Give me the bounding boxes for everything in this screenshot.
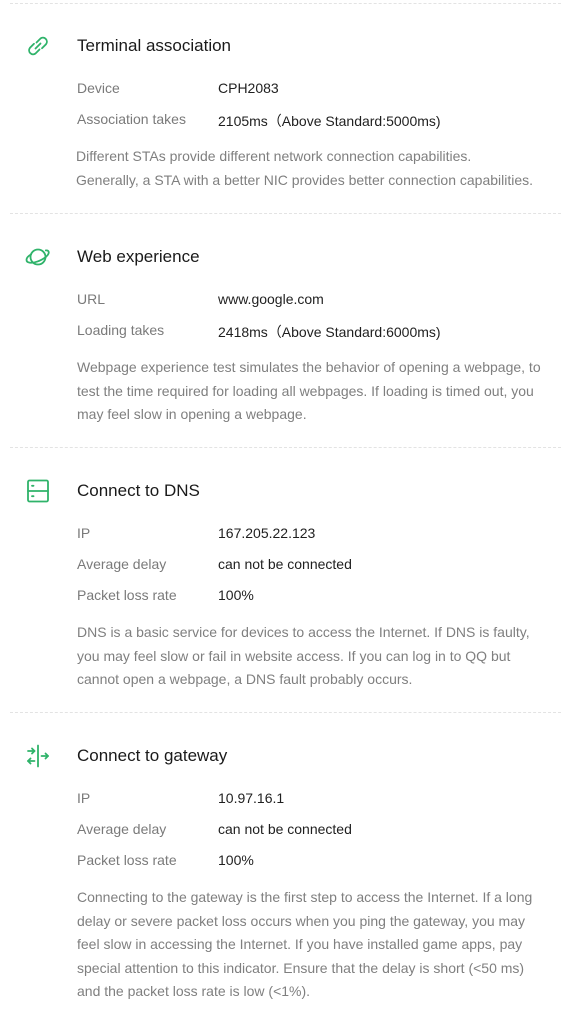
row-value: 10.97.16.1 <box>218 790 285 806</box>
row-label: IP <box>77 790 91 806</box>
row-label: Average delay <box>77 556 167 572</box>
gateway-arrows-icon <box>24 742 52 770</box>
planet-icon <box>24 243 52 271</box>
section-description: Connecting to the gateway is the first s… <box>77 889 533 999</box>
section-description: Different STAs provide different network… <box>76 148 534 188</box>
section-connect-gateway: Connect to gateway IP 10.97.16.1 Average… <box>0 742 571 999</box>
section-connect-dns: Connect to DNS IP 167.205.22.123 Average… <box>0 477 571 687</box>
row-label: Loading takes <box>77 322 165 338</box>
row-value: can not be connected <box>218 821 352 837</box>
divider <box>10 213 561 214</box>
info-row-device: Device CPH2083 <box>77 80 551 100</box>
info-row-average-delay: Average delay can not be connected <box>77 556 551 576</box>
row-value: 100% <box>218 587 254 603</box>
section-header: Web experience <box>0 243 571 273</box>
section-header: Connect to DNS <box>0 477 571 507</box>
row-label: Device <box>77 80 120 96</box>
divider-top <box>10 3 561 4</box>
section-web-experience: Web experience URL www.google.com Loadin… <box>0 243 571 422</box>
section-title: Connect to DNS <box>77 481 200 500</box>
info-row-loading-takes: Loading takes 2418ms（Above Standard:6000… <box>77 322 551 342</box>
row-label: Packet loss rate <box>77 587 177 603</box>
divider <box>10 712 561 713</box>
section-title: Connect to gateway <box>77 746 228 765</box>
row-label: URL <box>77 291 106 307</box>
info-row-association-takes: Association takes 2105ms（Above Standard:… <box>77 111 551 131</box>
row-value: CPH2083 <box>218 80 279 96</box>
row-value: 100% <box>218 852 254 868</box>
section-description: DNS is a basic service for devices to ac… <box>77 624 530 687</box>
divider <box>10 447 561 448</box>
row-value: can not be connected <box>218 556 352 572</box>
section-header: Connect to gateway <box>0 742 571 772</box>
row-value: www.google.com <box>218 291 324 307</box>
link-icon <box>24 32 52 60</box>
info-row-ip: IP 167.205.22.123 <box>77 525 551 545</box>
section-title: Web experience <box>77 247 200 266</box>
row-value: 2418ms（Above Standard:6000ms) <box>218 324 441 340</box>
info-row-url: URL www.google.com <box>77 291 551 311</box>
info-row-packet-loss-rate: Packet loss rate 100% <box>77 587 551 607</box>
row-value: 2105ms（Above Standard:5000ms) <box>218 113 441 129</box>
row-label: Association takes <box>77 111 186 127</box>
info-row-packet-loss-rate: Packet loss rate 100% <box>77 852 551 872</box>
info-row-average-delay: Average delay can not be connected <box>77 821 551 841</box>
info-row-ip: IP 10.97.16.1 <box>77 790 551 810</box>
section-terminal-association: Terminal association Device CPH2083 Asso… <box>0 32 571 188</box>
row-label: Average delay <box>77 821 167 837</box>
row-value: 167.205.22.123 <box>218 525 316 541</box>
row-label: IP <box>77 525 91 541</box>
section-description: Webpage experience test simulates the be… <box>77 359 541 422</box>
row-label: Packet loss rate <box>77 852 177 868</box>
section-header: Terminal association <box>0 32 571 62</box>
server-icon <box>24 477 52 505</box>
section-title: Terminal association <box>77 36 232 55</box>
